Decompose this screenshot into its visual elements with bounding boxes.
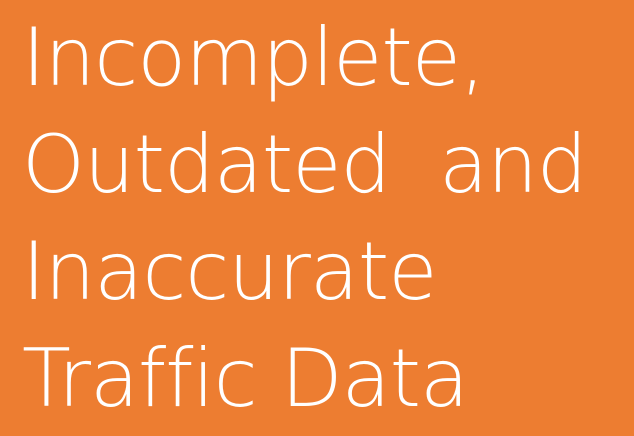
title-line-2: Outdated and (22, 118, 588, 211)
title-line-3: Inaccurate (22, 225, 438, 318)
title-line-4: Traffic Data (22, 332, 469, 425)
slide-canvas: Incomplete, Outdated and Inaccurate Traf… (0, 0, 634, 436)
slide-title: Incomplete, Outdated and Inaccurate Traf… (22, 4, 628, 432)
title-line-1: Incomplete, (22, 11, 485, 104)
